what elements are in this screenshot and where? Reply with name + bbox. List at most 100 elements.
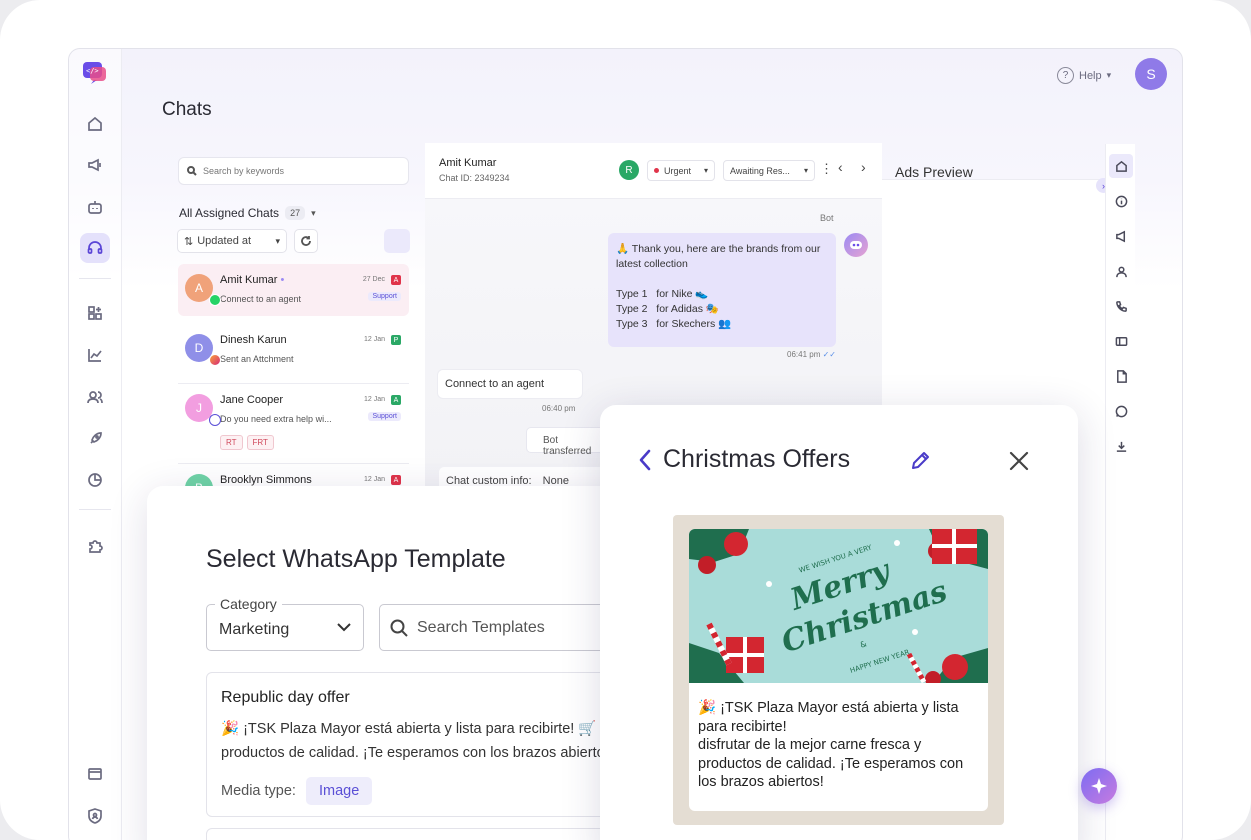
edit-icon[interactable]: [909, 448, 933, 472]
template-body-line: 🎉 ¡TSK Plaza Mayor está abierta y lista …: [221, 721, 619, 737]
chat-date: 27 Dec: [362, 276, 385, 283]
wallet-icon[interactable]: [80, 759, 110, 789]
megaphone-icon[interactable]: [1112, 227, 1130, 245]
chat-search-input[interactable]: Search by keywords: [178, 157, 409, 185]
user-avatar[interactable]: S: [1135, 58, 1167, 90]
chat-date: 12 Jan: [363, 336, 385, 343]
filter-button[interactable]: [384, 229, 410, 253]
home-icon[interactable]: [1109, 154, 1133, 178]
download-icon[interactable]: [1112, 437, 1130, 455]
template-card[interactable]: Republic day offer 🎉 ¡TSK Plaza Mayor es…: [206, 672, 646, 817]
headset-icon[interactable]: [80, 233, 110, 263]
chat-list-item[interactable]: J Jane Cooper Do you need extra help wi.…: [178, 384, 409, 464]
chevron-left-icon[interactable]: ‹: [838, 159, 843, 175]
bot-option: Type 3 for Skechers 👥: [616, 318, 732, 330]
sidebar-divider: [79, 509, 111, 510]
info-icon[interactable]: [1112, 192, 1130, 210]
ai-assistant-button[interactable]: [1081, 768, 1117, 804]
page-title: Chats: [162, 99, 212, 120]
messenger-icon: [209, 414, 221, 426]
rt-pill: RT: [220, 435, 243, 450]
ticket-icon[interactable]: [1112, 332, 1130, 350]
phone-icon[interactable]: [1112, 297, 1130, 315]
rocket-icon[interactable]: [80, 424, 110, 454]
bot-option: Type 1 for Nike 👟: [616, 288, 709, 300]
media-type-badge: Image: [305, 777, 373, 805]
sort-icon: ⇅: [184, 235, 194, 248]
last-message: Do you need extra help wi...: [220, 414, 332, 424]
help-menu[interactable]: ? Help ▾: [1057, 67, 1111, 84]
sparkle-icon: [1091, 778, 1107, 794]
template-card[interactable]: [206, 828, 646, 840]
last-message: Sent an Attchment: [220, 354, 294, 364]
ad-text-line: 🎉 ¡TSK Plaza Mayor está abierta y lista: [698, 700, 959, 716]
ad-preview-card: WE WISH YOU A VERY Merry Christmas & HAP…: [689, 529, 988, 811]
message-time: 06:40 pm: [542, 404, 576, 413]
back-arrow-icon[interactable]: [637, 449, 653, 471]
refresh-button[interactable]: [294, 229, 318, 253]
christmas-banner-image: WE WISH YOU A VERY Merry Christmas & HAP…: [689, 529, 988, 683]
right-rail: [1105, 144, 1135, 840]
integrations-icon[interactable]: [80, 298, 110, 328]
chat-contact-name: Amit Kumar: [439, 157, 497, 169]
whatsapp-icon[interactable]: [1112, 402, 1130, 420]
search-placeholder: Search by keywords: [203, 166, 285, 176]
close-icon[interactable]: [1008, 450, 1030, 472]
user-icon[interactable]: [1112, 262, 1130, 280]
bot-icon[interactable]: [80, 192, 110, 222]
chevron-down-icon: [337, 623, 351, 632]
sort-label: Updated at: [197, 235, 252, 247]
category-label: Category: [215, 596, 282, 612]
bot-message: 🙏 Thank you, here are the brands from ou…: [608, 233, 836, 347]
contacts-icon[interactable]: [80, 382, 110, 412]
megaphone-icon[interactable]: [80, 150, 110, 180]
template-body: 🎉 ¡TSK Plaza Mayor está abierta y lista …: [221, 717, 631, 765]
priority-flag: A: [391, 395, 401, 405]
ad-text-line: productos de calidad. ¡Te esperamos con: [698, 755, 964, 772]
ad-text-line: disfrutar de la mejor carne fresca y: [698, 737, 922, 753]
template-body-line: productos de calidad. ¡Te esperamos con …: [221, 745, 612, 761]
more-icon[interactable]: ⋮: [820, 161, 833, 177]
help-label: Help: [1079, 69, 1102, 82]
search-icon: [187, 166, 197, 176]
priority-dropdown[interactable]: Urgent ▾: [647, 160, 715, 181]
screen-frame: </> ? Help ▾ S Chats Search by keywords …: [0, 0, 1251, 840]
refresh-icon: [301, 236, 311, 246]
media-type-label: Media type:: [221, 783, 296, 799]
status-label: Awaiting Res...: [730, 165, 790, 176]
chat-id: Chat ID: 2349234: [439, 173, 510, 183]
priority-flag: P: [391, 335, 401, 345]
app-logo[interactable]: </>: [82, 61, 108, 85]
christmas-offers-modal: Christmas Offers WE WISH YOU A VERY Merr…: [600, 405, 1078, 840]
pie-chart-icon[interactable]: [80, 465, 110, 495]
agent-avatar[interactable]: R: [619, 160, 639, 180]
chat-list-item[interactable]: D Dinesh Karun Sent an Attchment 12 Jan …: [178, 324, 409, 384]
chat-header: Amit Kumar Chat ID: 2349234 R Urgent ▾ A…: [425, 143, 882, 199]
category-value: Marketing: [219, 620, 290, 638]
chat-date: 12 Jan: [363, 396, 385, 403]
home-icon[interactable]: [80, 109, 110, 139]
chevron-down-icon: ▾: [703, 166, 708, 175]
urgent-dot-icon: [654, 168, 659, 173]
puzzle-icon[interactable]: [80, 531, 110, 561]
analytics-icon[interactable]: [80, 340, 110, 370]
message-time: 06:41 pm ✓✓: [787, 350, 836, 359]
status-dropdown[interactable]: Awaiting Res... ▾: [723, 160, 815, 181]
assigned-chats-heading[interactable]: All Assigned Chats 27 ▾: [179, 206, 316, 220]
template-name: Republic day offer: [221, 689, 350, 706]
frt-pill: FRT: [246, 435, 274, 450]
chevron-down-icon: ▾: [1106, 70, 1112, 80]
chat-count-badge: 27: [285, 206, 306, 220]
bot-option: Type 2 for Adidas 🎭: [616, 303, 719, 315]
assigned-chats-label: All Assigned Chats: [179, 206, 280, 220]
chevron-right-icon[interactable]: ›: [861, 159, 866, 175]
ad-text-line: para recibirte!: [698, 718, 787, 735]
chat-list-item[interactable]: A Amit Kumar • Connect to an agent 27 De…: [178, 264, 409, 316]
search-icon: [390, 619, 408, 637]
sort-dropdown[interactable]: ⇅ Updated at ▾: [177, 229, 287, 253]
whatsapp-icon: [209, 294, 221, 306]
modal-title: Select WhatsApp Template: [206, 545, 506, 573]
chat-date: 12 Jan: [363, 476, 385, 483]
shield-user-icon[interactable]: [80, 801, 110, 831]
document-icon[interactable]: [1112, 367, 1130, 385]
